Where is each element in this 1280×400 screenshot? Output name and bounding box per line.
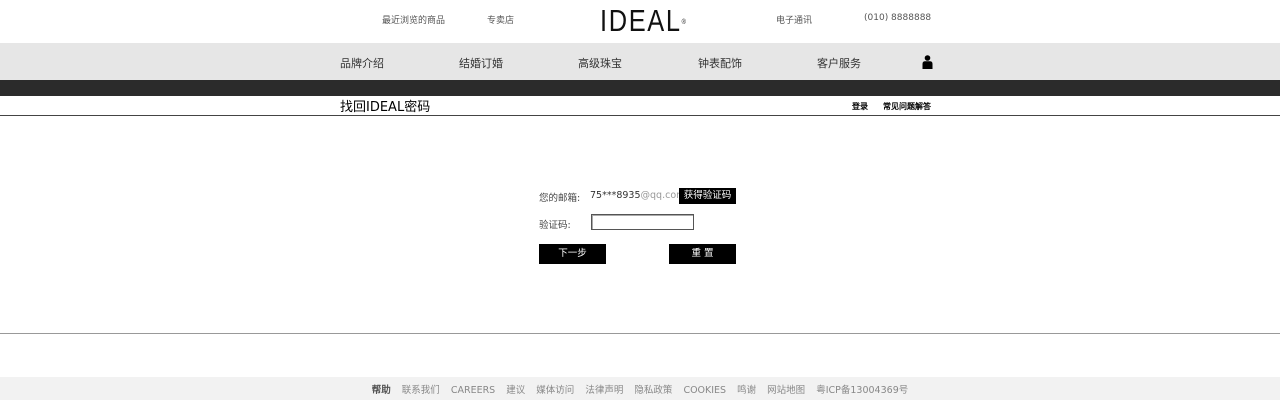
title-divider xyxy=(0,115,1280,116)
nav-item-fine-jewelry[interactable]: 高级珠宝 xyxy=(578,55,622,71)
logo-text: IDEAL xyxy=(600,3,682,38)
user-icon[interactable] xyxy=(922,55,933,69)
get-code-button[interactable]: 获得验证码 xyxy=(679,188,736,204)
reset-button[interactable]: 重 置 xyxy=(669,244,736,264)
nav-item-watches[interactable]: 钟表配饰 xyxy=(698,55,742,71)
main-nav xyxy=(0,43,1280,80)
ideal-logo[interactable]: IDEAL® xyxy=(600,5,686,37)
store-link[interactable]: 专卖店 xyxy=(487,13,514,26)
code-label: 验证码: xyxy=(539,220,571,231)
footer-link-legal[interactable]: 法律声明 xyxy=(585,385,623,396)
footer-link-cookies[interactable]: COOKIES xyxy=(683,385,726,396)
footer-link-privacy[interactable]: 隐私政策 xyxy=(634,385,672,396)
footer-links: 帮助 联系我们 CAREERS 建议 媒体访问 法律声明 隐私政策 COOKIE… xyxy=(0,382,1280,396)
footer-help: 帮助 xyxy=(371,385,391,396)
email-value: 75***8935@qq.com xyxy=(590,190,685,201)
footer-link-media[interactable]: 媒体访问 xyxy=(536,385,574,396)
registered-mark: ® xyxy=(681,19,686,26)
footer-icp: 粤ICP备13004369号 xyxy=(816,385,909,396)
code-input[interactable] xyxy=(591,214,694,230)
email-user: 75***8935 xyxy=(590,190,641,201)
newsletter-link[interactable]: 电子通讯 xyxy=(776,13,812,26)
login-link[interactable]: 登录 xyxy=(852,101,868,112)
recently-viewed-link[interactable]: 最近浏览的商品 xyxy=(382,13,445,26)
faq-link[interactable]: 常见问题解答 xyxy=(883,101,931,112)
page-title: 找回IDEAL密码 xyxy=(340,100,431,115)
nav-item-customer-service[interactable]: 客户服务 xyxy=(817,55,861,71)
dark-divider-bar xyxy=(0,80,1280,96)
footer-link-credits[interactable]: 鸣谢 xyxy=(737,385,756,396)
footer-divider xyxy=(0,333,1280,334)
footer-link-careers[interactable]: CAREERS xyxy=(451,385,495,396)
footer-link-sitemap[interactable]: 网站地图 xyxy=(767,385,805,396)
phone-number: (010) 8888888 xyxy=(864,13,932,23)
nav-item-brand[interactable]: 品牌介绍 xyxy=(340,55,384,71)
footer-link-contact[interactable]: 联系我们 xyxy=(402,385,440,396)
nav-item-wedding[interactable]: 结婚订婚 xyxy=(459,55,503,71)
next-step-button[interactable]: 下一步 xyxy=(539,244,606,264)
footer-link-suggestions[interactable]: 建议 xyxy=(506,385,525,396)
email-label: 您的邮箱: xyxy=(539,193,581,204)
